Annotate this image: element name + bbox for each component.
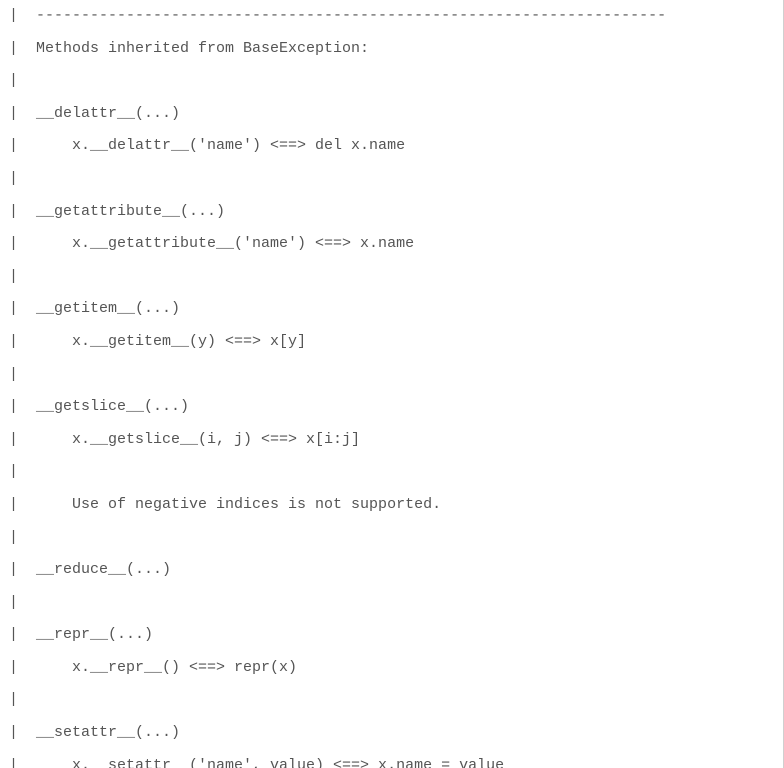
help-line: | xyxy=(0,261,783,294)
help-line: | xyxy=(0,684,783,717)
help-text-block: | --------------------------------------… xyxy=(0,0,784,768)
help-line: | __repr__(...) xyxy=(0,619,783,652)
help-line: | xyxy=(0,65,783,98)
help-line: | xyxy=(0,456,783,489)
help-line: | __getslice__(...) xyxy=(0,391,783,424)
help-line: | xyxy=(0,587,783,620)
help-line: | xyxy=(0,163,783,196)
help-line: | Methods inherited from BaseException: xyxy=(0,33,783,66)
help-line: | --------------------------------------… xyxy=(0,0,783,33)
help-line: | x.__getattribute__('name') <==> x.name xyxy=(0,228,783,261)
help-line: | __getitem__(...) xyxy=(0,293,783,326)
help-line: | x.__getslice__(i, j) <==> x[i:j] xyxy=(0,424,783,457)
help-line: | xyxy=(0,359,783,392)
help-line: | x.__delattr__('name') <==> del x.name xyxy=(0,130,783,163)
help-line: | __setattr__(...) xyxy=(0,717,783,750)
help-line: | x.__setattr__('name', value) <==> x.na… xyxy=(0,750,783,768)
help-line: | x.__repr__() <==> repr(x) xyxy=(0,652,783,685)
help-line: | x.__getitem__(y) <==> x[y] xyxy=(0,326,783,359)
help-line: | Use of negative indices is not support… xyxy=(0,489,783,522)
help-line: | __reduce__(...) xyxy=(0,554,783,587)
help-line: | xyxy=(0,522,783,555)
help-line: | __delattr__(...) xyxy=(0,98,783,131)
help-line: | __getattribute__(...) xyxy=(0,196,783,229)
